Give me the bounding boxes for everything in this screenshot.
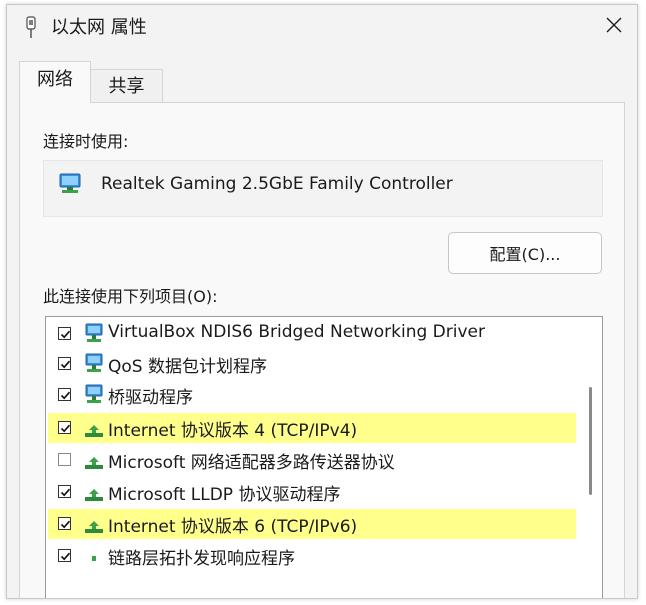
close-button[interactable] [591, 5, 637, 45]
adapter-box: Realtek Gaming 2.5GbE Family Controller [43, 160, 603, 217]
protocol-icon [92, 556, 96, 561]
check-mark-icon [60, 552, 71, 561]
list-item-label: Internet 协议版本 4 (TCP/IPv4) [108, 421, 358, 441]
list-item-label: 桥驱动程序 [108, 388, 193, 408]
checkbox[interactable] [58, 421, 71, 434]
protocol-icon [85, 425, 103, 437]
checkbox[interactable] [58, 357, 71, 370]
check-mark-icon [60, 424, 71, 433]
list-item-label: Microsoft 网络适配器多路传送器协议 [108, 453, 395, 473]
window-title: 以太网 属性 [51, 17, 147, 38]
list-item-selected[interactable]: Internet 协议版本 4 (TCP/IPv4) [48, 413, 576, 443]
list-item-label: Microsoft LLDP 协议驱动程序 [108, 485, 341, 505]
list-item[interactable]: QoS 数据包计划程序 [48, 349, 576, 379]
checkbox[interactable] [58, 327, 71, 340]
list-item[interactable]: VirtualBox NDIS6 Bridged Networking Driv… [48, 319, 576, 349]
tab-sharing[interactable]: 共享 [91, 69, 163, 103]
checkbox[interactable] [58, 517, 71, 530]
adapter-name: Realtek Gaming 2.5GbE Family Controller [101, 174, 453, 194]
title-bar: 以太网 属性 [7, 5, 637, 51]
check-mark-icon [60, 520, 71, 529]
connection-items-list[interactable]: VirtualBox NDIS6 Bridged Networking Driv… [45, 316, 603, 598]
scrollbar-thumb[interactable] [589, 387, 592, 495]
checkbox[interactable] [58, 485, 71, 498]
configure-button[interactable]: 配置(C)... [448, 232, 602, 274]
network-service-icon [85, 323, 103, 342]
check-mark-icon [60, 330, 71, 339]
list-item-selected[interactable]: Internet 协议版本 6 (TCP/IPv6) [48, 509, 576, 539]
protocol-icon [85, 489, 103, 501]
network-adapter-icon [59, 173, 81, 193]
protocol-icon [85, 457, 103, 469]
close-icon [606, 17, 622, 33]
properties-dialog: 以太网 属性 网络 共享 连接时使用: Realtek Gaming 2.5Gb… [6, 4, 638, 599]
list-item[interactable]: Microsoft 网络适配器多路传送器协议 [48, 445, 576, 475]
list-item-label: VirtualBox NDIS6 Bridged Networking Driv… [108, 322, 485, 342]
list-item-label: Internet 协议版本 6 (TCP/IPv6) [108, 517, 358, 537]
checkbox[interactable] [58, 388, 71, 401]
tab-network[interactable]: 网络 [19, 61, 91, 103]
checkbox[interactable] [58, 549, 71, 562]
network-service-icon [85, 384, 103, 403]
list-item[interactable]: 链路层拓扑发现响应程序 [48, 541, 576, 571]
list-item[interactable]: Microsoft LLDP 协议驱动程序 [48, 477, 576, 507]
list-item-label: 链路层拓扑发现响应程序 [108, 549, 295, 569]
check-mark-icon [60, 360, 71, 369]
list-item[interactable]: 桥驱动程序 [48, 380, 576, 410]
checkbox[interactable] [58, 453, 71, 466]
network-service-icon [85, 353, 103, 372]
ethernet-adapter-icon [26, 16, 36, 38]
check-mark-icon [60, 488, 71, 497]
check-mark-icon [60, 391, 71, 400]
list-item-label: QoS 数据包计划程序 [108, 357, 267, 377]
connect-using-label: 连接时使用: [43, 132, 129, 151]
protocol-icon [85, 521, 103, 533]
items-label: 此连接使用下列项目(O): [43, 287, 218, 306]
network-tab-panel: 连接时使用: Realtek Gaming 2.5GbE Family Cont… [19, 102, 625, 598]
